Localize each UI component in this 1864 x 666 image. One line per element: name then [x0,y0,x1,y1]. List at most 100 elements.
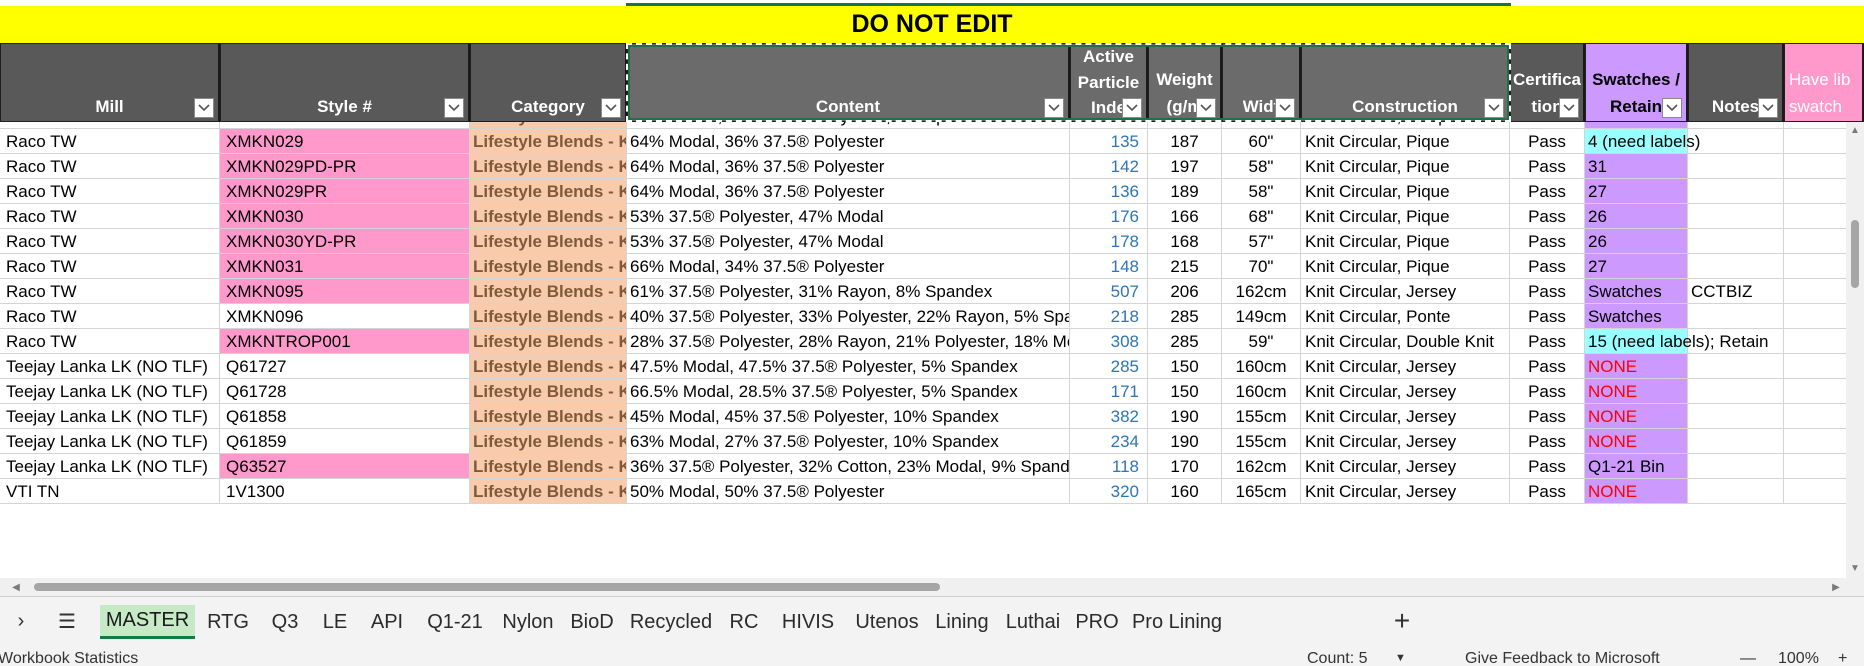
construction-cell[interactable]: Knit Circular, Jersey [1301,279,1510,303]
zoom-out-icon[interactable]: — [1740,650,1756,666]
horizontal-scroll-thumb[interactable] [34,583,940,591]
certification-cell[interactable]: Pass [1510,354,1585,378]
style-cell[interactable]: Q61728 [220,379,470,403]
notes-cell[interactable] [1688,304,1784,328]
mill-cell[interactable]: VTI TN [0,479,220,503]
content-cell[interactable]: 66% Modal, 34% 37.5® Polyester [627,254,1070,278]
certification-cell[interactable]: Pass [1510,254,1585,278]
width-cell[interactable]: 155cm [1222,429,1301,453]
style-cell[interactable]: Q61858 [220,404,470,428]
construction-cell[interactable]: Knit Circular, Pique [1301,229,1510,253]
count-indicator[interactable]: Count: 5 [1307,650,1367,666]
api-cell[interactable]: 178 [1070,229,1148,253]
weight-cell[interactable]: 189 [1148,179,1222,203]
notes-cell[interactable] [1688,204,1784,228]
mill-cell[interactable]: Teejay Lanka LK (NO TLF) [0,429,220,453]
construction-cell[interactable]: Knit Circular, Jersey [1301,429,1510,453]
api-cell[interactable]: 118 [1070,454,1148,478]
swatches-cell[interactable]: NONE [1585,379,1688,403]
filter-dropdown-icon[interactable] [444,98,464,118]
api-cell[interactable]: 135 [1070,129,1148,153]
notes-cell[interactable] [1688,179,1784,203]
style-cell[interactable]: XMKN030 [220,204,470,228]
swatches-cell[interactable]: 4 (need labels) [1585,129,1700,153]
swatches-cell[interactable]: Swatches [1585,304,1688,328]
category-cell[interactable]: Lifestyle Blends - Knit [470,154,627,178]
tab-hivis[interactable]: HIVIS [771,605,845,639]
workbook-statistics[interactable]: Workbook Statistics [0,650,138,666]
weight-cell[interactable]: 190 [1148,404,1222,428]
mill-cell[interactable]: Raco TW [0,154,220,178]
width-cell[interactable]: 60" [1222,129,1301,153]
header-api[interactable]: Active Particle Inde [1070,43,1148,122]
api-cell[interactable]: 308 [1070,329,1148,353]
width-cell[interactable]: 57" [1222,229,1301,253]
certification-cell[interactable]: Pass [1510,329,1585,353]
swatches-cell[interactable]: 27 [1585,254,1688,278]
weight-cell[interactable]: 285 [1148,304,1222,328]
filter-dropdown-icon[interactable] [194,98,214,118]
filter-dropdown-icon[interactable] [1122,98,1142,118]
width-cell[interactable]: 58" [1222,154,1301,178]
weight-cell[interactable]: 215 [1148,254,1222,278]
scroll-right-icon[interactable]: ▶ [1828,579,1844,595]
swatches-cell[interactable]: NONE [1585,354,1688,378]
tab-biod[interactable]: BioD [563,605,621,639]
category-cell[interactable]: Lifestyle Blends - Knit [470,354,627,378]
category-cell[interactable]: Lifestyle Blends - Knit [470,379,627,403]
notes-cell[interactable] [1688,379,1784,403]
certification-cell[interactable]: Pass [1510,229,1585,253]
chevron-down-icon[interactable]: ▼ [1395,652,1406,664]
content-cell[interactable]: 50% Modal, 50% 37.5® Polyester [627,479,1070,503]
construction-cell[interactable]: Knit Circular, Jersey [1301,354,1510,378]
swatches-cell[interactable]: 26 [1585,204,1688,228]
filter-dropdown-icon[interactable] [1484,98,1504,118]
swatches-cell[interactable]: NONE [1585,479,1688,503]
certification-cell[interactable]: Pass [1510,179,1585,203]
content-cell[interactable]: 47.5% Modal, 47.5% 37.5® Polyester, 5% S… [627,354,1070,378]
width-cell[interactable]: 155cm [1222,404,1301,428]
width-cell[interactable]: 160cm [1222,379,1301,403]
construction-cell[interactable]: Knit Circular, Pique [1301,179,1510,203]
width-cell[interactable]: 70" [1222,254,1301,278]
certification-cell[interactable]: Pass [1510,404,1585,428]
mill-cell[interactable]: Raco TW [0,229,220,253]
tab-rtg[interactable]: RTG [199,605,257,639]
content-cell[interactable]: 64% Modal, 36% 37.5® Polyester [627,154,1070,178]
add-sheet-icon[interactable]: + [1385,605,1419,637]
filter-dropdown-icon[interactable] [1559,98,1579,118]
width-cell[interactable]: 162cm [1222,454,1301,478]
category-cell[interactable]: Lifestyle Blends - Knit [470,329,627,353]
tab-luthai[interactable]: Luthai [999,605,1067,639]
swatches-cell[interactable]: NONE [1585,404,1688,428]
style-cell[interactable]: XMKN029PD-PR [220,154,470,178]
mill-cell[interactable]: Raco TW [0,279,220,303]
filter-dropdown-icon[interactable] [1275,98,1295,118]
category-cell[interactable]: Lifestyle Blends - Knit [470,404,627,428]
spreadsheet-grid[interactable]: DO NOT EDIT Mill Style # Category Content Ac… [0,0,1864,578]
category-cell[interactable]: Lifestyle Blends - Knit [470,479,627,503]
swatches-cell[interactable]: 27 [1585,179,1688,203]
category-cell[interactable]: Lifestyle Blends - Knit [470,229,627,253]
filter-dropdown-icon[interactable] [1044,98,1064,118]
swatches-cell[interactable]: 31 [1585,154,1688,178]
notes-cell[interactable]: CCTBIZ [1688,279,1784,303]
category-cell[interactable]: Lifestyle Blends - Knit [470,254,627,278]
swatches-cell[interactable]: Swatches [1585,279,1688,303]
tab-q1-21[interactable]: Q1-21 [417,605,493,639]
api-cell[interactable]: 142 [1070,154,1148,178]
construction-cell[interactable]: Knit Circular, Jersey [1301,479,1510,503]
tab-pro[interactable]: PRO [1071,605,1123,639]
zoom-in-icon[interactable]: + [1838,650,1847,666]
header-mill[interactable]: Mill [0,43,220,122]
vertical-scroll-thumb[interactable] [1851,220,1859,288]
weight-cell[interactable]: 197 [1148,154,1222,178]
header-cert[interactable]: Certifica tion [1510,43,1585,122]
api-cell[interactable]: 382 [1070,404,1148,428]
construction-cell[interactable]: Knit Circular, Pique [1301,204,1510,228]
construction-cell[interactable]: Knit Circular, Pique [1301,254,1510,278]
notes-cell[interactable] [1688,354,1784,378]
tab-q3[interactable]: Q3 [261,605,309,639]
style-cell[interactable]: Q61859 [220,429,470,453]
certification-cell[interactable]: Pass [1510,204,1585,228]
